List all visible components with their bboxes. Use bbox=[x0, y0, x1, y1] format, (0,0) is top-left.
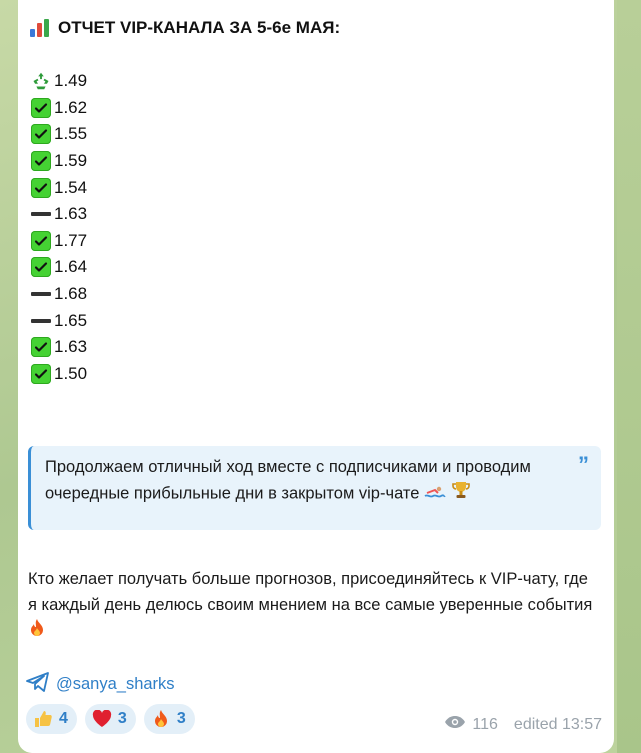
check-icon bbox=[31, 337, 51, 358]
dash-icon bbox=[31, 212, 51, 217]
result-row: 1.77 bbox=[30, 228, 87, 255]
telegram-icon bbox=[26, 671, 50, 697]
check-icon bbox=[31, 363, 51, 384]
result-value: 1.55 bbox=[54, 124, 88, 144]
result-value: 1.63 bbox=[54, 337, 88, 357]
paragraph-text: Кто желает получать больше прогнозов, пр… bbox=[28, 570, 593, 614]
dash-icon bbox=[31, 292, 51, 297]
result-value: 1.54 bbox=[54, 177, 88, 197]
message-paragraph: Кто желает получать больше прогнозов, пр… bbox=[28, 566, 598, 646]
bar-chart-icon bbox=[30, 19, 50, 37]
channel-link-row[interactable]: @sanya_sharks bbox=[26, 671, 175, 697]
reaction-thumbs-up[interactable]: 4 bbox=[26, 704, 77, 734]
message-meta: 116 edited 13:57 bbox=[444, 715, 602, 734]
result-row: 1.68 bbox=[30, 281, 87, 308]
result-row: 1.64 bbox=[30, 254, 87, 281]
eye-icon bbox=[444, 715, 466, 734]
result-row: 1.55 bbox=[30, 121, 87, 148]
check-icon bbox=[31, 257, 51, 278]
reaction-fire[interactable]: 3 bbox=[143, 704, 195, 734]
edited-time: edited 13:57 bbox=[513, 715, 602, 733]
reaction-count: 3 bbox=[117, 710, 127, 727]
message-bubble[interactable]: ОТЧЕТ VIP-КАНАЛА ЗА 5-6е МАЯ: 1.49 1.62 … bbox=[18, 0, 614, 753]
check-icon bbox=[31, 97, 51, 118]
result-value: 1.68 bbox=[54, 284, 88, 304]
view-count: 116 bbox=[472, 715, 498, 733]
results-list: 1.49 1.62 1.55 1.59 1.54 1.63 1.77 1.64 bbox=[30, 68, 87, 387]
reaction-count: 4 bbox=[59, 710, 68, 727]
result-value: 1.50 bbox=[54, 363, 88, 383]
chat-background-strip bbox=[617, 0, 641, 753]
dash-icon bbox=[31, 318, 51, 323]
check-icon bbox=[31, 230, 51, 251]
quote-mark-icon: ” bbox=[578, 452, 589, 477]
swimmer-icon bbox=[424, 481, 446, 507]
result-row: 1.63 bbox=[30, 201, 87, 228]
check-icon bbox=[31, 151, 51, 172]
result-row: 1.50 bbox=[30, 361, 87, 388]
trophy-icon bbox=[451, 480, 471, 508]
result-value: 1.62 bbox=[54, 97, 88, 117]
check-icon bbox=[31, 124, 51, 145]
fire-icon bbox=[151, 709, 171, 729]
check-icon bbox=[31, 177, 51, 198]
reaction-heart[interactable]: 3 bbox=[84, 704, 136, 734]
result-row: 1.62 bbox=[30, 95, 87, 122]
result-value: 1.49 bbox=[54, 71, 88, 91]
post-title-row: ОТЧЕТ VIP-КАНАЛА ЗА 5-6е МАЯ: bbox=[30, 14, 340, 42]
thumbs-up-icon bbox=[33, 709, 53, 729]
result-value: 1.65 bbox=[54, 310, 88, 330]
heart-icon bbox=[92, 709, 112, 729]
result-row: 1.59 bbox=[30, 148, 87, 175]
reaction-count: 3 bbox=[176, 710, 186, 727]
quote-block: Продолжаем отличный ход вместе с подписч… bbox=[28, 446, 601, 530]
result-value: 1.63 bbox=[54, 204, 88, 224]
result-value: 1.64 bbox=[54, 257, 88, 277]
recycle-icon bbox=[30, 70, 52, 92]
result-row: 1.65 bbox=[30, 307, 87, 334]
result-value: 1.77 bbox=[54, 230, 88, 250]
result-value: 1.59 bbox=[54, 151, 88, 171]
result-row: 1.63 bbox=[30, 334, 87, 361]
result-row: 1.49 bbox=[30, 68, 87, 95]
post-title: ОТЧЕТ VIP-КАНАЛА ЗА 5-6е МАЯ: bbox=[58, 18, 341, 37]
fire-icon bbox=[28, 618, 46, 646]
reactions-bar: 4 3 3 bbox=[26, 704, 195, 734]
channel-link[interactable]: @sanya_sharks bbox=[56, 675, 175, 694]
result-row: 1.54 bbox=[30, 174, 87, 201]
